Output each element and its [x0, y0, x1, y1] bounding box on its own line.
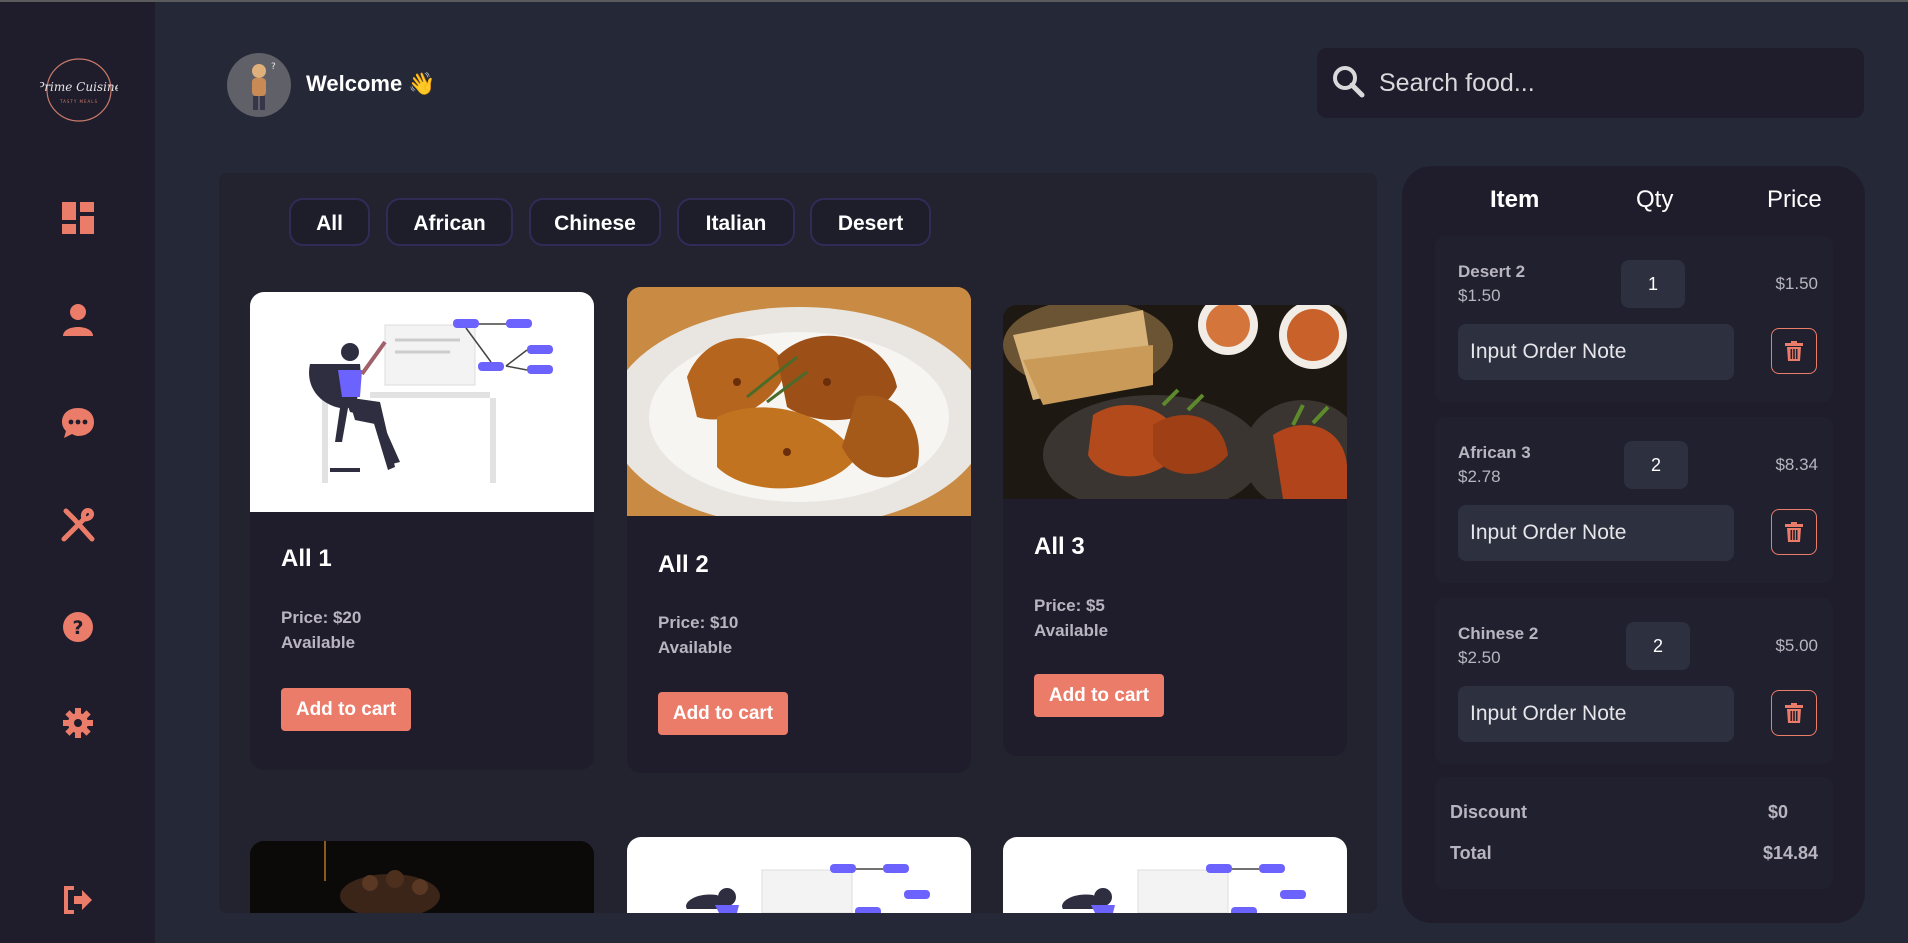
trash-icon — [1785, 341, 1803, 361]
product-image — [250, 841, 594, 913]
category-african[interactable]: African — [386, 198, 513, 246]
order-item-name: African 3 — [1458, 443, 1531, 462]
order-note-input[interactable]: Input Order Note — [1458, 686, 1734, 742]
product-price: Price: $5 — [1034, 596, 1105, 615]
order-item-total: $1.50 — [1775, 274, 1818, 293]
delete-item-button[interactable] — [1771, 509, 1817, 555]
product-image — [250, 292, 594, 512]
product-card[interactable] — [1003, 837, 1347, 913]
order-note-input[interactable]: Input Order Note — [1458, 324, 1734, 380]
help-icon[interactable]: ? — [60, 609, 96, 645]
product-title: All 1 — [281, 545, 332, 572]
add-to-cart-button[interactable]: Add to cart — [281, 688, 411, 731]
product-image — [1003, 305, 1347, 515]
utensils-icon[interactable] — [60, 507, 96, 543]
product-image — [627, 837, 971, 913]
product-card[interactable] — [250, 841, 594, 913]
search-input[interactable]: Search food... — [1379, 69, 1535, 98]
order-item-name: Chinese 2 — [1458, 624, 1539, 643]
product-price: Price: $10 — [658, 613, 739, 632]
add-to-cart-button[interactable]: Add to cart — [658, 692, 788, 735]
svg-text:?: ? — [271, 62, 276, 72]
category-italian[interactable]: Italian — [677, 198, 795, 246]
product-card[interactable]: All 1 Price: $20 Available Add to cart — [250, 292, 594, 770]
avatar[interactable]: ? — [227, 53, 291, 117]
order-note-input[interactable]: Input Order Note — [1458, 505, 1734, 561]
delete-item-button[interactable] — [1771, 690, 1817, 736]
order-item-name: Desert 2 — [1458, 262, 1526, 281]
column-header-price: Price — [1767, 186, 1822, 213]
order-item-unit-price: $2.50 — [1458, 648, 1501, 667]
quantity-input[interactable]: 1 — [1621, 260, 1685, 308]
svg-text:?: ? — [72, 617, 83, 639]
product-availability: Available — [1034, 621, 1109, 640]
brand-logo[interactable]: Prime Cuisine TASTY MEALS — [35, 56, 122, 124]
search-icon — [1333, 66, 1365, 98]
order-item-total: $8.34 — [1775, 455, 1818, 474]
product-title: All 2 — [658, 551, 709, 578]
discount-value: $0 — [1767, 802, 1788, 822]
user-icon[interactable] — [60, 302, 96, 338]
logout-icon[interactable] — [60, 882, 96, 918]
product-title: All 3 — [1034, 533, 1085, 560]
trash-icon — [1785, 703, 1803, 723]
svg-text:Prime Cuisine: Prime Cuisine — [40, 80, 118, 94]
quantity-input[interactable]: 2 — [1624, 441, 1688, 489]
svg-text:TASTY MEALS: TASTY MEALS — [59, 99, 98, 104]
category-chinese[interactable]: Chinese — [529, 198, 661, 246]
order-item: Desert 2 $1.50 1 $1.50 Input Order Note — [1435, 236, 1833, 402]
product-image — [1003, 837, 1347, 913]
order-item-total: $5.00 — [1775, 636, 1818, 655]
discount-label: Discount — [1450, 802, 1528, 822]
chat-icon[interactable] — [60, 405, 96, 441]
order-item: African 3 $2.78 2 $8.34 Input Order Note — [1435, 417, 1833, 583]
quantity-input[interactable]: 2 — [1626, 622, 1690, 670]
order-item: Chinese 2 $2.50 2 $5.00 Input Order Note — [1435, 598, 1833, 764]
search-bar[interactable]: Search food... — [1317, 48, 1864, 118]
product-image — [627, 287, 971, 527]
delete-item-button[interactable] — [1771, 328, 1817, 374]
total-value: $14.84 — [1762, 843, 1818, 863]
column-header-qty: Qty — [1636, 186, 1674, 213]
add-to-cart-button[interactable]: Add to cart — [1034, 674, 1164, 717]
trash-icon — [1785, 522, 1803, 542]
category-desert[interactable]: Desert — [810, 198, 931, 246]
product-price: Price: $20 — [281, 608, 362, 627]
welcome-text: Welcome 👋 — [306, 71, 436, 96]
order-item-unit-price: $1.50 — [1458, 286, 1501, 305]
dashboard-icon[interactable] — [60, 200, 96, 236]
total-label: Total — [1450, 843, 1492, 863]
order-item-unit-price: $2.78 — [1458, 467, 1501, 486]
product-card[interactable] — [627, 837, 971, 913]
settings-icon[interactable] — [60, 705, 96, 741]
product-availability: Available — [281, 633, 356, 652]
product-card[interactable]: All 3 Price: $5 Available Add to cart — [1003, 305, 1347, 756]
sidebar: Prime Cuisine TASTY MEALS ? — [0, 2, 155, 943]
window-top-border — [0, 0, 1908, 2]
column-header-item: Item — [1490, 186, 1540, 213]
product-card[interactable]: All 2 Price: $10 Available Add to cart — [627, 287, 971, 773]
category-all[interactable]: All — [289, 198, 370, 246]
order-summary: Discount $0 Total $14.84 — [1435, 777, 1833, 889]
product-availability: Available — [658, 638, 733, 657]
